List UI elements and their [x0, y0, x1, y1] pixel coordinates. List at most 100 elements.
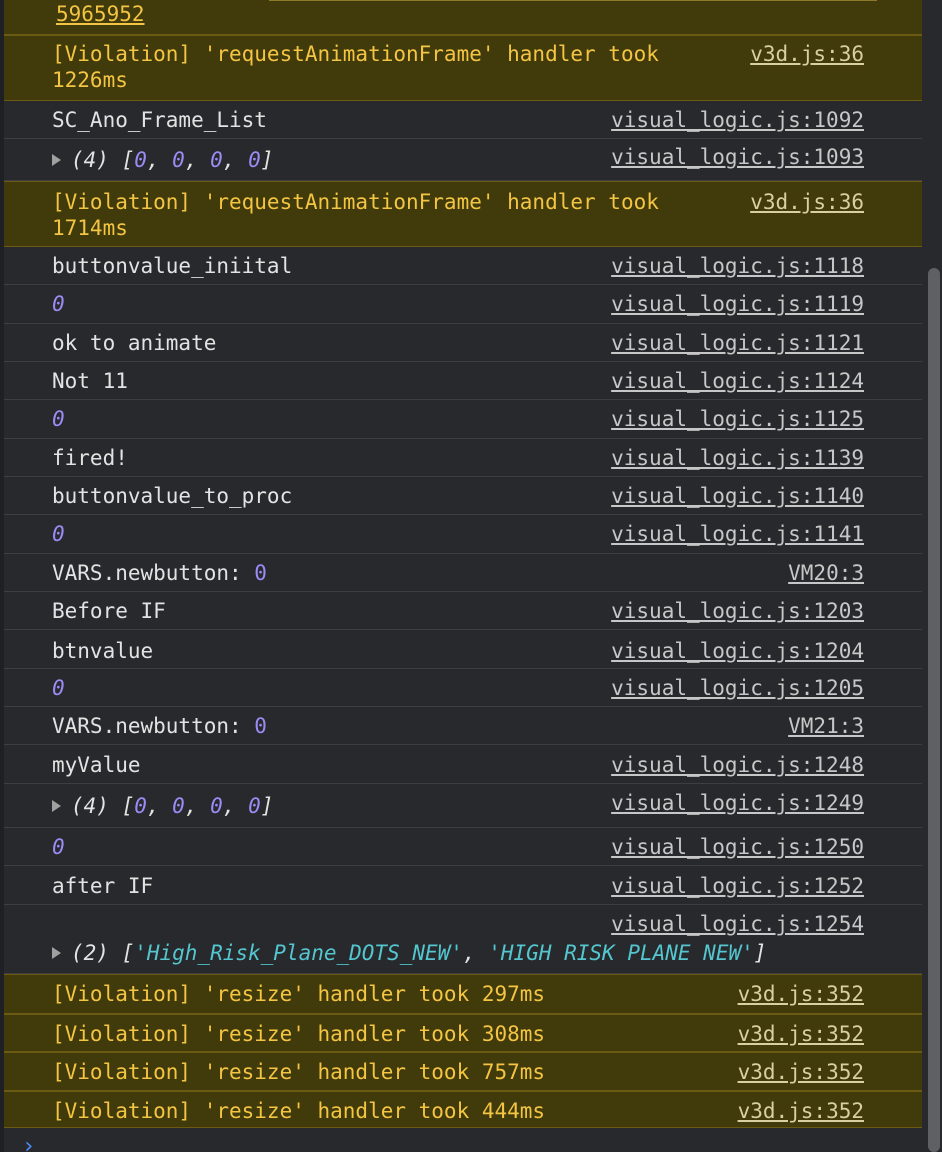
log-message: [Violation] 'resize' handler took 297ms — [52, 982, 546, 1006]
array-prefix[interactable]: (4) [ — [71, 148, 134, 172]
log-row: VARS.newbutton: 0 VM20:3 — [4, 554, 922, 592]
source-link[interactable]: visual_logic.js:1119 — [611, 291, 864, 317]
expand-triangle-icon[interactable] — [52, 800, 61, 812]
log-message: fired! — [52, 446, 128, 470]
source-link[interactable]: visual_logic.js:1139 — [611, 445, 864, 471]
source-link[interactable]: visual_logic.js:1205 — [611, 675, 864, 701]
log-message: 0 — [52, 291, 65, 317]
array-item: 0 — [172, 148, 185, 172]
array-suffix: ] — [260, 794, 274, 818]
source-link[interactable]: visual_logic.js:1140 — [611, 483, 864, 509]
log-message: after IF — [52, 874, 154, 898]
number-value: 0 — [52, 407, 65, 431]
array-item: 0 — [210, 148, 223, 172]
log-row: ok to animate visual_logic.js:1121 — [4, 324, 922, 362]
source-link[interactable]: v3d.js:352 — [738, 1098, 864, 1124]
log-row: 0 visual_logic.js:1250 — [4, 828, 922, 866]
log-message: buttonvalue_iniital — [52, 254, 293, 278]
log-row: 0 visual_logic.js:1119 — [4, 285, 922, 324]
log-message: (4) [0, 0, 0, 0] — [52, 793, 273, 819]
scrollbar-thumb[interactable] — [928, 268, 940, 1152]
log-message: 0 — [52, 834, 65, 860]
log-message: [Violation] 'requestAnimationFrame' hand… — [52, 42, 659, 92]
source-link[interactable]: visual_logic.js:1254 — [611, 911, 864, 937]
violation-row: [Violation] 'requestAnimationFrame' hand… — [4, 181, 922, 247]
top-fragment-link[interactable]: 5965952 — [56, 0, 145, 29]
array-separator: , — [222, 148, 249, 172]
log-message: ok to animate — [52, 331, 217, 355]
array-separator: , — [462, 941, 489, 965]
source-link[interactable]: v3d.js:36 — [750, 41, 864, 67]
violation-row: [Violation] 'requestAnimationFrame' hand… — [4, 35, 922, 101]
array-item: 0 — [134, 148, 147, 172]
source-link[interactable]: visual_logic.js:1093 — [611, 144, 864, 170]
source-link[interactable]: visual_logic.js:1204 — [611, 638, 864, 664]
source-link[interactable]: VM20:3 — [788, 560, 864, 586]
source-link[interactable]: v3d.js:352 — [738, 981, 864, 1007]
log-label: VARS.newbutton: — [52, 561, 255, 585]
source-link[interactable]: v3d.js:352 — [738, 1021, 864, 1047]
log-row: buttonvalue_to_proc visual_logic.js:1140 — [4, 477, 922, 515]
top-link-underline-fragment — [269, 0, 877, 1]
log-message: btnvalue — [52, 639, 154, 663]
number-value: 0 — [52, 676, 65, 700]
array-item: 'HIGH RISK PLANE NEW' — [488, 941, 754, 965]
log-message: [Violation] 'resize' handler took 444ms — [52, 1099, 546, 1123]
number-value: 0 — [254, 561, 267, 585]
source-link[interactable]: visual_logic.js:1252 — [611, 873, 864, 899]
log-row: VARS.newbutton: 0 VM21:3 — [4, 707, 922, 745]
array-item: 0 — [172, 794, 185, 818]
expand-triangle-icon[interactable] — [52, 947, 61, 959]
log-message: buttonvalue_to_proc — [52, 484, 293, 508]
number-value: 0 — [254, 714, 267, 738]
array-item: 0 — [210, 794, 223, 818]
source-link[interactable]: visual_logic.js:1250 — [611, 834, 864, 860]
source-link[interactable]: visual_logic.js:1124 — [611, 368, 864, 394]
log-row: fired! visual_logic.js:1139 — [4, 439, 922, 477]
scrollbar[interactable] — [922, 0, 942, 1152]
array-item: 0 — [134, 794, 147, 818]
log-message: [Violation] 'resize' handler took 308ms — [52, 1022, 546, 1046]
log-row: 0 visual_logic.js:1141 — [4, 515, 922, 554]
log-row: Before IF visual_logic.js:1203 — [4, 592, 922, 630]
log-label: VARS.newbutton: — [52, 714, 255, 738]
source-link[interactable]: visual_logic.js:1121 — [611, 330, 864, 356]
top-partial-row: 5965952 — [4, 0, 922, 35]
log-message: myValue — [52, 753, 141, 777]
log-row: after IF visual_logic.js:1252 — [4, 866, 922, 905]
log-row: SC_Ano_Frame_List visual_logic.js:1092 — [4, 101, 922, 139]
log-message: SC_Ano_Frame_List — [52, 108, 267, 132]
source-link[interactable]: visual_logic.js:1125 — [611, 406, 864, 432]
source-link[interactable]: visual_logic.js:1203 — [611, 598, 864, 624]
array-prefix[interactable]: (4) [ — [71, 794, 134, 818]
source-link[interactable]: visual_logic.js:1141 — [611, 521, 864, 547]
expand-triangle-icon[interactable] — [52, 154, 61, 166]
number-value: 0 — [52, 835, 65, 859]
array-separator: , — [184, 794, 211, 818]
violation-row: [Violation] 'resize' handler took 297ms v… — [4, 974, 922, 1014]
source-link[interactable]: v3d.js:36 — [750, 189, 864, 215]
log-row: (4) [0, 0, 0, 0] visual_logic.js:1093 — [4, 139, 922, 181]
array-item: 'High_Risk_Plane_DOTS_NEW' — [134, 941, 463, 965]
array-separator: , — [146, 794, 173, 818]
source-link[interactable]: visual_logic.js:1249 — [611, 790, 864, 816]
source-link[interactable]: visual_logic.js:1118 — [611, 253, 864, 279]
source-link[interactable]: visual_logic.js:1248 — [611, 752, 864, 778]
log-message: VARS.newbutton: 0 — [52, 560, 267, 586]
console-prompt-icon[interactable]: › — [22, 1134, 35, 1152]
array-separator: , — [222, 794, 249, 818]
number-value: 0 — [52, 522, 65, 546]
source-link[interactable]: VM21:3 — [788, 713, 864, 739]
violation-row: [Violation] 'resize' handler took 757ms v… — [4, 1052, 922, 1091]
log-message: (2) ['High_Risk_Plane_DOTS_NEW', 'HIGH R… — [52, 940, 766, 966]
log-message: [Violation] 'requestAnimationFrame' hand… — [52, 190, 659, 240]
log-row: (2) ['High_Risk_Plane_DOTS_NEW', 'HIGH R… — [4, 905, 922, 974]
log-row: buttonvalue_iniital visual_logic.js:1118 — [4, 247, 922, 285]
log-row: 0 visual_logic.js:1205 — [4, 669, 922, 707]
source-link[interactable]: visual_logic.js:1092 — [611, 107, 864, 133]
source-link[interactable]: v3d.js:352 — [738, 1059, 864, 1085]
log-message: 0 — [52, 521, 65, 547]
array-prefix[interactable]: (2) [ — [71, 941, 134, 965]
array-suffix: ] — [753, 941, 767, 965]
violation-row: [Violation] 'resize' handler took 444ms v… — [4, 1091, 922, 1128]
